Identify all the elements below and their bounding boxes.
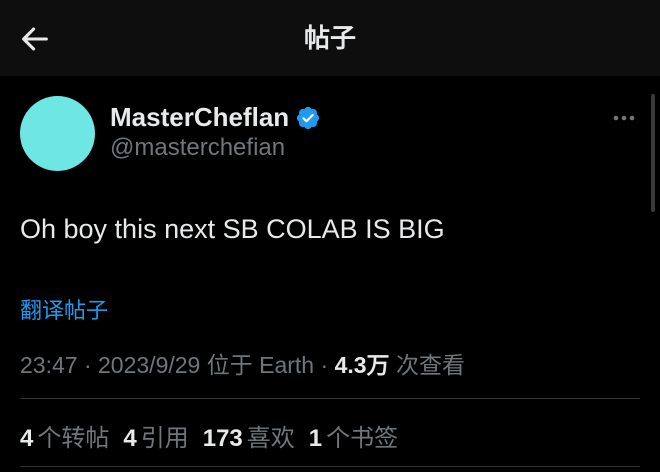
author-name-row[interactable]: MasterCheflan (110, 102, 321, 133)
meta-separator: · (320, 352, 329, 378)
quotes-label: 引用 (140, 425, 189, 452)
bookmarks-count: 1 (308, 425, 323, 452)
bookmarks-stat[interactable]: 1 个书签 (309, 418, 398, 453)
reposts-count: 4 (20, 425, 34, 452)
divider (20, 398, 640, 399)
author-display-name[interactable]: MasterCheflan (110, 102, 289, 133)
likes-count: 173 (202, 425, 243, 452)
likes-stat[interactable]: 173 喜欢 (203, 418, 295, 453)
quotes-stat[interactable]: 4 引用 (123, 418, 188, 453)
post-text: Oh boy this next SB COLAB IS BIG (20, 214, 445, 244)
quotes-count: 4 (123, 425, 137, 452)
verified-badge-icon (297, 106, 320, 129)
arrow-left-icon[interactable] (18, 22, 52, 56)
top-bar: 帖子 (0, 0, 660, 76)
meta-separator: · (83, 352, 92, 378)
post-date[interactable]: 2023/9/29 (98, 352, 200, 378)
views-label: 次查看 (395, 352, 465, 378)
bookmarks-label: 个书签 (326, 425, 399, 452)
likes-label: 喜欢 (246, 425, 295, 452)
engagement-stats: 4 个转帖 4 引用 173 喜欢 1 个书签 (20, 418, 412, 453)
avatar[interactable] (20, 96, 95, 171)
page-title: 帖子 (303, 23, 356, 53)
post-time[interactable]: 23:47 (20, 352, 78, 378)
reposts-stat[interactable]: 4 个转帖 (20, 418, 109, 453)
translate-post-link[interactable]: 翻译帖子 (20, 293, 108, 325)
divider (20, 466, 640, 467)
reposts-label: 个转帖 (37, 425, 110, 452)
scrollbar-thumb[interactable] (651, 94, 655, 212)
author-handle[interactable]: @masterchefian (110, 134, 285, 162)
post-location: 位于 Earth (206, 352, 315, 378)
post-meta: 23:47 · 2023/9/29 位于 Earth · 4.3万 次查看 (20, 346, 465, 380)
views-count: 4.3万 (334, 352, 390, 378)
more-options-icon[interactable] (606, 106, 642, 130)
